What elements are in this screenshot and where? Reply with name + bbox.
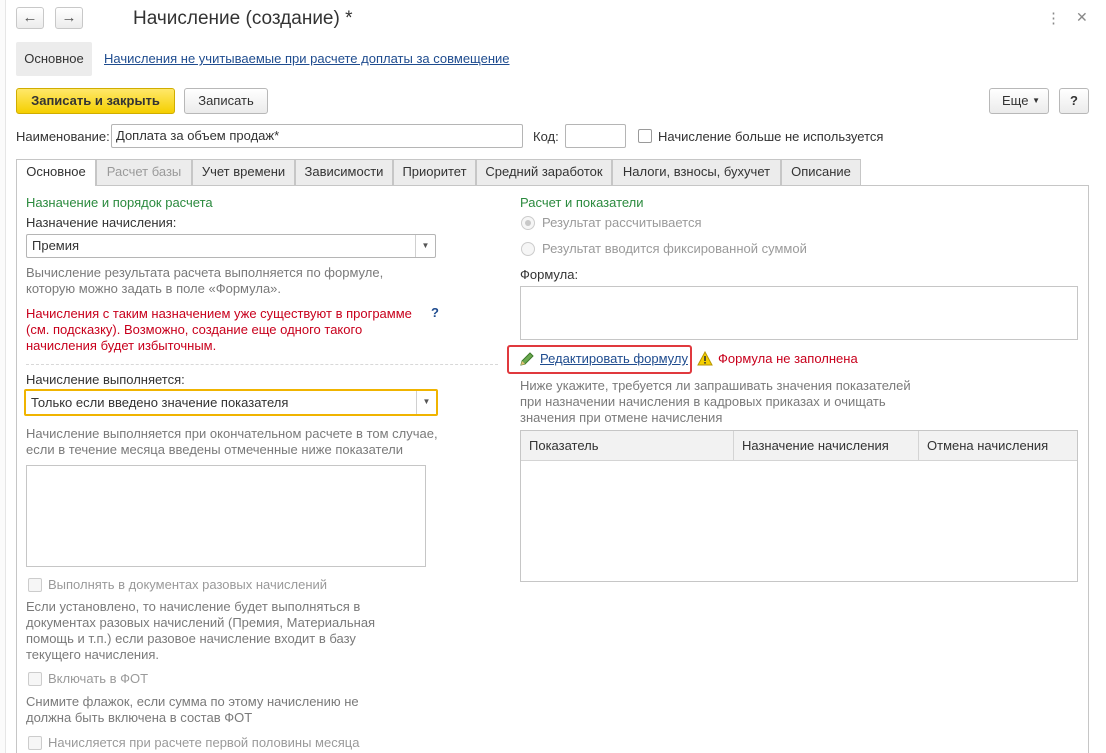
tab-average-earnings[interactable]: Средний заработок (476, 159, 612, 185)
formula-warning: Формула не заполнена (718, 351, 858, 366)
radio-calculated[interactable] (521, 216, 535, 230)
name-input[interactable]: Доплата за объем продаж* (111, 124, 523, 148)
onetime-hint-line1: Если установлено, то начисление будет вы… (26, 599, 361, 614)
section-title-calc: Расчет и показатели (520, 195, 644, 210)
fot-hint-line1: Снимите флажок, если сумма по этому начи… (26, 694, 359, 709)
pencil-icon (520, 352, 534, 366)
exec-hint-line2: если в течение месяца введены отмеченные… (26, 442, 403, 457)
tab-main[interactable]: Основное (16, 159, 96, 186)
name-label: Наименование: (16, 129, 110, 144)
radio-fixed-label: Результат вводится фиксированной суммой (542, 241, 807, 256)
tab-priority[interactable]: Приоритет (393, 159, 476, 185)
purpose-value: Премия (32, 238, 80, 253)
indicators-hint-line2: при назначении начисления в кадровых при… (520, 394, 886, 409)
purpose-label: Назначение начисления: (26, 215, 177, 230)
warning-triangle-icon (697, 351, 713, 366)
tab-dependencies[interactable]: Зависимости (295, 159, 393, 185)
page-title: Начисление (создание) * (133, 8, 353, 29)
unused-checkbox[interactable] (638, 129, 652, 143)
onetime-label: Выполнять в документах разовых начислени… (48, 577, 328, 592)
chevron-down-icon[interactable]: ▼ (415, 235, 435, 257)
indicators-hint-line1: Ниже укажите, требуется ли запрашивать з… (520, 378, 911, 393)
back-button[interactable]: ← (16, 7, 44, 29)
formula-hint-line2: которую можно задать в поле «Формула». (26, 281, 282, 296)
first-half-checkbox[interactable] (28, 736, 42, 750)
close-icon[interactable]: ✕ (1076, 9, 1088, 26)
fot-hint-line2: должна быть включена в состав ФОТ (26, 710, 253, 725)
section-divider (26, 364, 498, 365)
tab-base-calc[interactable]: Расчет базы (96, 159, 192, 185)
tab-taxes[interactable]: Налоги, взносы, бухучет (612, 159, 781, 185)
onetime-hint-line2: документах разовых начислений (Премия, М… (26, 615, 376, 630)
radio-fixed[interactable] (521, 242, 535, 256)
more-label: Еще (1002, 93, 1029, 108)
help-button[interactable]: ? (1059, 88, 1089, 114)
forward-arrow-icon: → (61, 9, 77, 26)
dropdown-arrow-icon: ▼ (1032, 96, 1040, 105)
exec-select[interactable]: Только если введено значение показателя … (24, 389, 438, 416)
code-label: Код: (533, 129, 559, 144)
more-actions-icon[interactable]: ⋮ (1046, 9, 1061, 27)
onetime-checkbox[interactable] (28, 578, 42, 592)
first-half-label: Начисляется при расчете первой половины … (48, 735, 360, 750)
indicators-list[interactable] (26, 465, 426, 567)
indicators-hint-line3: значения при отмене начисления (520, 410, 723, 425)
warning-help-link[interactable]: ? (431, 305, 439, 321)
more-menu-button[interactable]: Еще ▼ (989, 88, 1049, 114)
forward-button[interactable]: → (55, 7, 83, 29)
formula-field[interactable] (520, 286, 1078, 340)
code-input[interactable] (565, 124, 626, 148)
formula-hint-line1: Вычисление результата расчета выполняетс… (26, 265, 384, 280)
indicators-table[interactable]: Показатель Назначение начисления Отмена … (520, 430, 1078, 582)
unused-label: Начисление больше не используется (658, 129, 884, 144)
duplicate-warning-line2: (см. подсказку). Возможно, создание еще … (26, 322, 363, 337)
fot-checkbox[interactable] (28, 672, 42, 686)
edit-formula-link[interactable]: Редактировать формулу (540, 351, 688, 367)
section-title-purpose: Назначение и порядок расчета (26, 195, 213, 210)
formula-label: Формула: (520, 267, 579, 282)
column-header-indicator[interactable]: Показатель (521, 431, 734, 461)
exec-value: Только если введено значение показателя (31, 395, 289, 410)
column-header-purpose[interactable]: Назначение начисления (734, 431, 919, 461)
left-window-edge (0, 0, 6, 753)
onetime-hint-line3: помощь и т.п.) если разовое начисление в… (26, 631, 356, 646)
exec-label: Начисление выполняется: (26, 372, 185, 387)
duplicate-warning-line1: Начисления с таким назначением уже сущес… (26, 306, 412, 321)
onetime-hint-line4: текущего начисления. (26, 647, 160, 662)
save-and-close-button[interactable]: Записать и закрыть (16, 88, 175, 114)
duplicate-warning-line3: начисления будет избыточным. (26, 338, 217, 353)
exec-hint-line1: Начисление выполняется при окончательном… (26, 426, 438, 441)
tab-time-accounting[interactable]: Учет времени (192, 159, 295, 185)
save-button[interactable]: Записать (184, 88, 268, 114)
fot-label: Включать в ФОТ (48, 671, 149, 686)
nav-main[interactable]: Основное (16, 42, 92, 76)
column-header-cancel[interactable]: Отмена начисления (919, 431, 1077, 461)
back-arrow-icon: ← (22, 9, 38, 26)
purpose-select[interactable]: Премия ▼ (26, 234, 436, 258)
tab-description[interactable]: Описание (781, 159, 861, 185)
radio-calculated-label: Результат рассчитывается (542, 215, 702, 230)
chevron-down-icon[interactable]: ▼ (416, 391, 436, 414)
nav-link-excluded-accruals[interactable]: Начисления не учитываемые при расчете до… (104, 51, 510, 66)
